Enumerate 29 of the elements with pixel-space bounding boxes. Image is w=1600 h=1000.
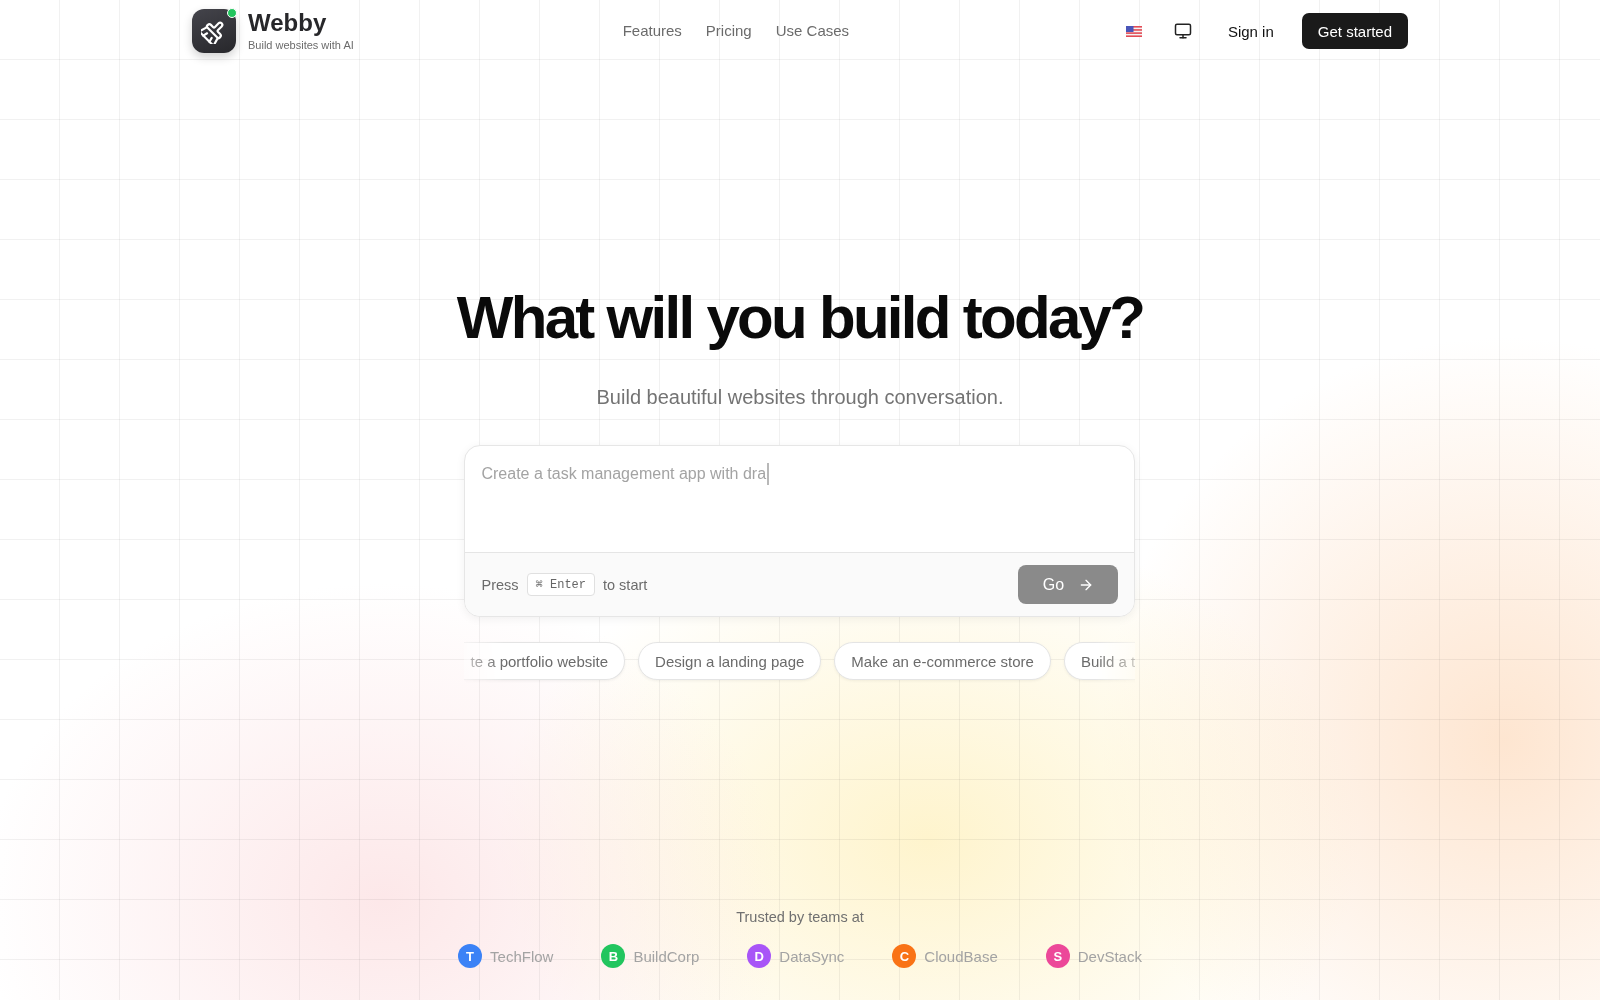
company-monogram: B: [601, 944, 626, 968]
company-name: CloudBase: [924, 947, 998, 965]
suggestion-chip[interactable]: Make an e-commerce store: [834, 642, 1051, 680]
hint-text: to start: [603, 576, 648, 593]
keyboard-shortcut: ⌘ Enter: [526, 573, 595, 596]
company-monogram: S: [1045, 944, 1070, 968]
company-name: DevStack: [1077, 947, 1142, 965]
hint-text: Press: [481, 576, 519, 593]
flag-icon: [1125, 25, 1142, 37]
monitor-icon: [1173, 22, 1192, 40]
nav-link[interactable]: Use Cases: [775, 21, 850, 41]
brush-logo-icon[interactable]: [192, 9, 236, 53]
nav-link[interactable]: Features: [622, 21, 682, 41]
brand-name: Webby: [248, 10, 328, 36]
brand-tagline: Build websites with AI: [248, 39, 354, 52]
company-monogram: T: [458, 944, 483, 968]
company-monogram: C: [892, 944, 917, 968]
company-name: BuildCorp: [633, 947, 700, 965]
nav-link[interactable]: Pricing: [705, 21, 752, 41]
get-started-button[interactable]: Get started: [1301, 13, 1408, 49]
company-monogram: D: [747, 944, 772, 968]
sign-in-button[interactable]: Sign in: [1215, 14, 1286, 48]
trusted-label: Trusted by teams at: [736, 908, 864, 927]
company-name: TechFlow: [490, 947, 554, 965]
suggestion-chip[interactable]: Design a landing page: [638, 642, 822, 680]
hero-subtitle: Build beautiful websites through conversation.: [596, 385, 1004, 410]
hero-title: What will you build today?: [456, 284, 1144, 352]
company-name: DataSync: [779, 947, 845, 965]
suggestion-chip[interactable]: te a portfolio website: [464, 642, 626, 680]
